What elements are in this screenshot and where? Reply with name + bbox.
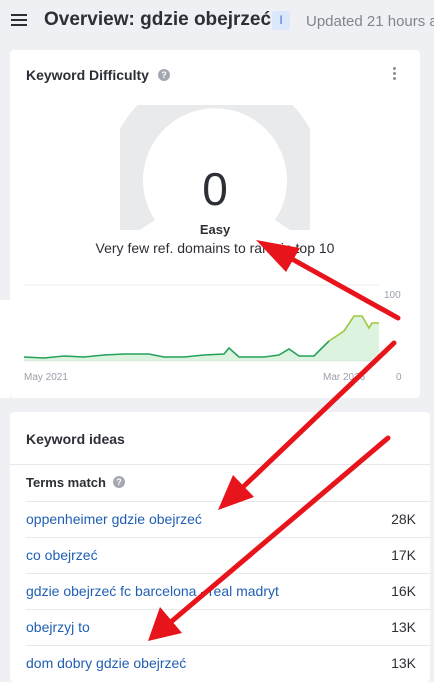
y-axis-min: 0 xyxy=(396,372,402,383)
keyword-link[interactable]: oppenheimer gdzie obejrzeć xyxy=(26,511,202,527)
history-area xyxy=(24,316,379,361)
keyword-ideas-card: Keyword ideas Terms match ? oppenheimer … xyxy=(10,412,430,682)
x-axis-start: May 2021 xyxy=(24,372,68,383)
keyword-volume: 13K xyxy=(391,655,416,671)
divider xyxy=(10,464,430,465)
language-badge[interactable]: I xyxy=(272,11,290,30)
more-options-icon[interactable] xyxy=(393,67,397,82)
table-row: dom dobry gdzie obejrzeć 13K xyxy=(26,645,430,681)
difficulty-score: 0 xyxy=(202,163,228,215)
difficulty-history-chart: May 2021 Mar 2026 100 0 xyxy=(24,284,402,383)
x-axis-end: Mar 2026 xyxy=(323,372,366,383)
keyword-link[interactable]: obejrzyj to xyxy=(26,619,90,635)
updated-timestamp: Updated 21 hours ago xyxy=(306,13,434,30)
keyword-ideas-list: oppenheimer gdzie obejrzeć 28K co obejrz… xyxy=(26,501,430,681)
keyword-volume: 28K xyxy=(391,511,416,527)
keyword-volume: 13K xyxy=(391,619,416,635)
keyword-link[interactable]: gdzie obejrzeć fc barcelona - real madry… xyxy=(26,583,279,599)
difficulty-description: Very few ref. domains to rank in top 10 xyxy=(95,240,335,256)
table-row: co obejrzeć 17K xyxy=(26,537,430,573)
top-bar: Overview: gdzie obejrzeć I Updated 21 ho… xyxy=(0,0,434,42)
table-row: gdzie obejrzeć fc barcelona - real madry… xyxy=(26,573,430,609)
keyword-link[interactable]: co obejrzeć xyxy=(26,547,98,563)
table-row: oppenheimer gdzie obejrzeć 28K xyxy=(26,501,430,537)
page-title: Overview: gdzie obejrzeć xyxy=(44,9,272,30)
difficulty-level: Easy xyxy=(199,222,231,237)
keyword-link[interactable]: dom dobry gdzie obejrzeć xyxy=(26,655,186,671)
keyword-ideas-title: Keyword ideas xyxy=(26,431,125,447)
y-axis-max: 100 xyxy=(384,290,401,301)
hamburger-menu-icon[interactable] xyxy=(11,14,27,26)
background-panel xyxy=(0,300,10,398)
keyword-volume: 16K xyxy=(391,583,416,599)
keyword-difficulty-card: Keyword Difficulty ? 0 Easy Very few ref… xyxy=(10,50,420,398)
terms-match-label: Terms match xyxy=(26,475,106,490)
table-row: obejrzyj to 13K xyxy=(26,609,430,645)
help-icon[interactable]: ? xyxy=(158,69,170,81)
keyword-difficulty-title: Keyword Difficulty xyxy=(26,67,149,83)
keyword-volume: 17K xyxy=(391,547,416,563)
help-icon[interactable]: ? xyxy=(113,476,125,488)
